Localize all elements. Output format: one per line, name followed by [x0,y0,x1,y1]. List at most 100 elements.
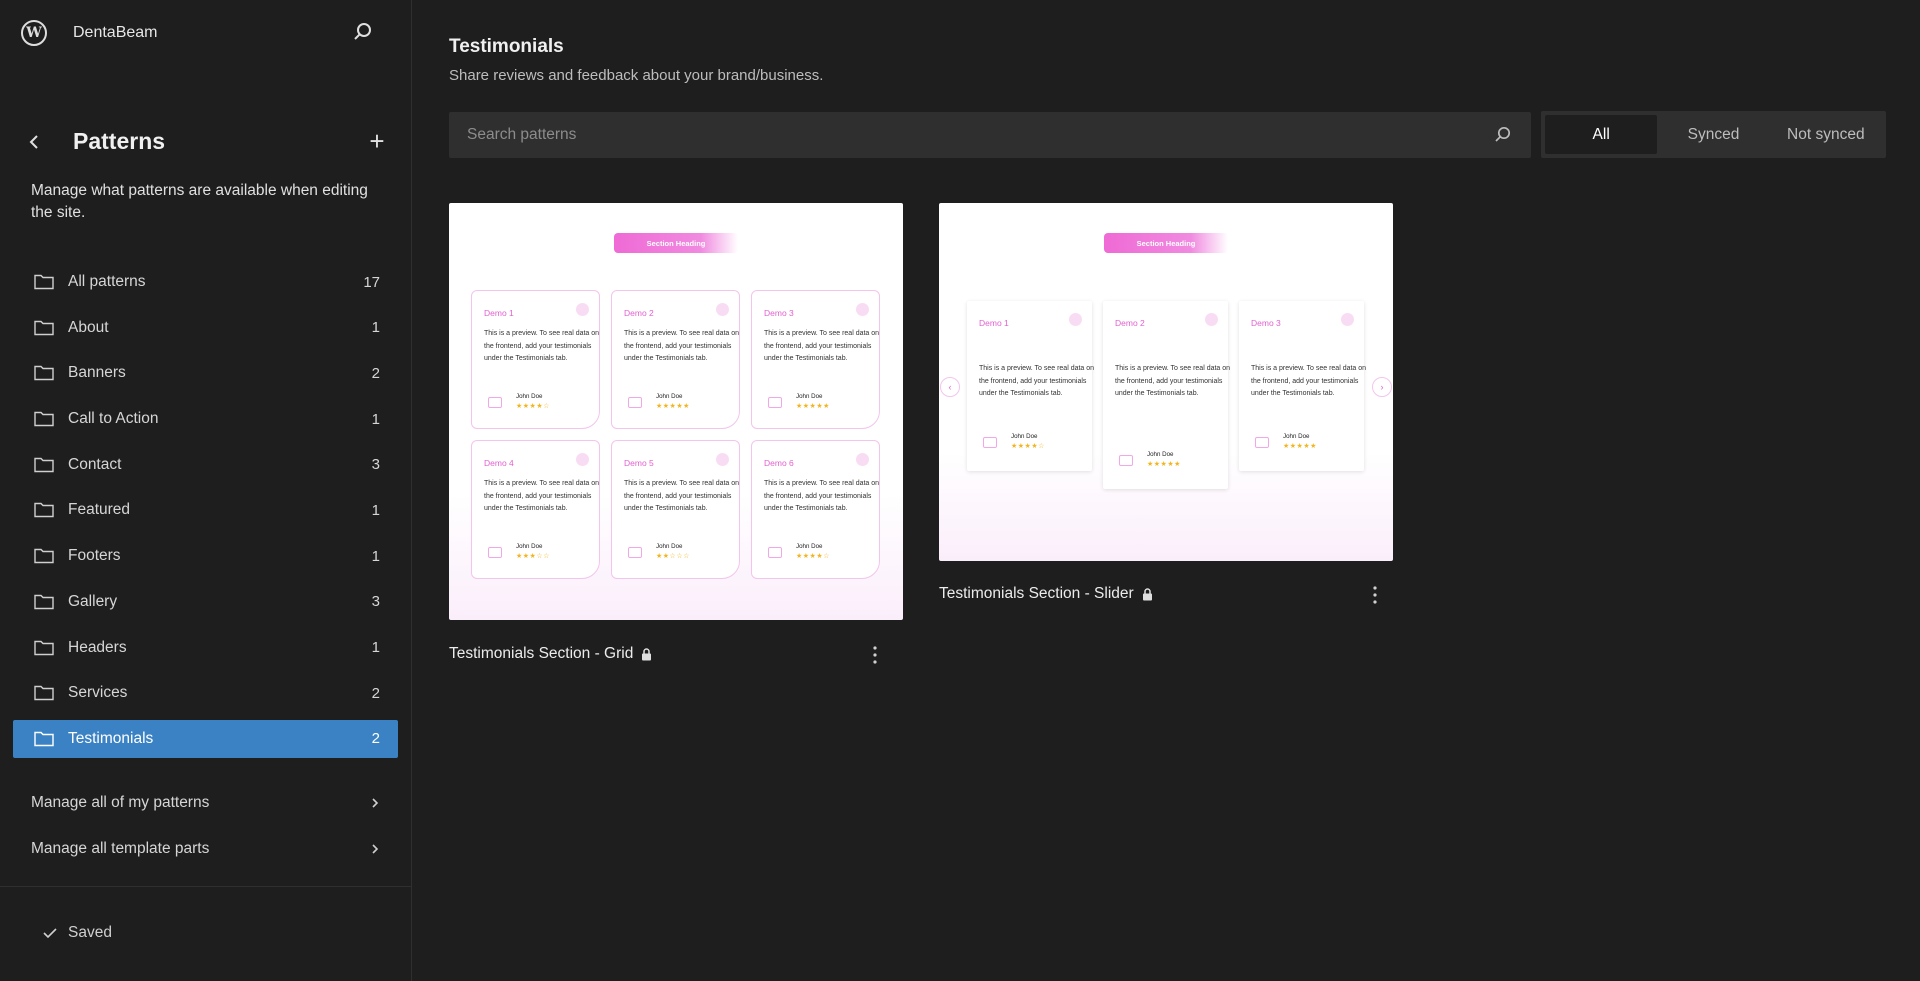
sidebar-item-label: All patterns [68,273,146,290]
save-status: Saved [42,924,112,942]
quote-badge-icon [856,303,869,316]
folder-icon [34,594,54,610]
testimonial-author: John Doe [656,543,683,550]
filter-all[interactable]: All [1545,115,1658,154]
slider-prev-arrow: ‹ [940,377,960,397]
check-icon [43,928,57,939]
testimonial-preview-card: Demo 6 This is a preview. To see real dat… [751,440,880,579]
section-heading-pill: Section Heading [1104,233,1228,253]
manage-template-parts-label: Manage all template parts [31,840,210,857]
testimonial-name: Demo 1 [484,308,514,318]
sidebar-item-label: Contact [68,455,122,473]
page-title: Patterns [73,128,166,154]
sidebar-item-all-patterns[interactable]: All patterns 17 [13,263,398,301]
testimonial-name: Demo 2 [624,308,654,318]
filter-synced[interactable]: Synced [1657,115,1769,154]
pattern-preview-slider[interactable]: Section Heading ‹ › Demo 1 This is a prev… [939,203,1393,561]
testimonial-name: Demo 2 [1115,318,1145,328]
sidebar-item-headers[interactable]: Headers 1 [13,629,398,667]
sidebar-item-label: Services [68,684,128,702]
sidebar-item-count: 1 [371,547,380,565]
testimonial-text: This is a preview. To see real data on t… [484,480,600,513]
folder-icon [34,457,54,472]
sidebar-item-count: 1 [371,410,380,428]
testimonial-preview-card: Demo 3 This is a preview. To see real dat… [751,290,880,429]
folder-icon [34,548,54,564]
testimonial-author: John Doe [516,393,543,400]
wordpress-logo-icon[interactable]: W [21,20,47,46]
manage-template-parts-link[interactable]: Manage all template parts [31,834,381,864]
pattern-title: Testimonials Section - Grid [449,645,652,663]
slider-next-arrow: › [1372,377,1392,397]
sidebar-item-gallery[interactable]: Gallery 3 [13,583,398,621]
search-icon[interactable] [1493,125,1513,145]
testimonial-preview-card: Demo 2 This is a preview. To see real dat… [611,290,740,429]
testimonial-text: This is a preview. To see real data on t… [764,480,880,513]
avatar-icon [768,397,782,408]
folder-icon [34,366,54,381]
filter-not-synced[interactable]: Not synced [1770,115,1882,154]
star-rating: ★★★★☆ [516,403,550,410]
sidebar-item-testimonials[interactable]: Testimonials 2 [13,719,398,758]
folder-icon [34,274,54,290]
category-list: All patterns 17 About 1 Banners 2 Call to Acti… [13,263,398,766]
saved-label: Saved [68,924,112,941]
more-options-icon[interactable] [1367,584,1383,606]
testimonial-author: John Doe [516,543,543,550]
lock-icon [642,647,652,660]
folder-icon [34,503,54,518]
sidebar-item-banners[interactable]: Banners 2 [13,354,398,392]
sidebar-item-count: 17 [363,273,380,291]
manage-patterns-link[interactable]: Manage all of my patterns [31,788,381,818]
testimonial-name: Demo 1 [979,318,1009,328]
star-rating: ★★★★☆ [796,553,830,560]
main-content: Testimonials Share reviews and feedback … [413,0,1920,981]
category-description: Share reviews and feedback about your br… [449,67,824,84]
quote-badge-icon [576,303,589,316]
testimonial-text: This is a preview. To see real data on t… [979,365,1095,398]
testimonial-text: This is a preview. To see real data on t… [624,480,740,513]
site-header: W DentaBeam [0,0,412,66]
testimonial-preview-card: Demo 2 This is a preview. To see real dat… [1103,301,1230,489]
divider [0,886,411,887]
sidebar-item-about[interactable]: About 1 [13,309,398,347]
quote-badge-icon [856,453,869,466]
quote-badge-icon [1205,313,1218,326]
testimonial-preview-card: Demo 4 This is a preview. To see real dat… [471,440,600,579]
sidebar-item-label: Featured [68,501,131,519]
testimonial-preview-card: Demo 5 This is a preview. To see real dat… [611,440,740,579]
sidebar-item-count: 2 [371,364,380,382]
sidebar-item-label: Footers [68,547,121,565]
sidebar-item-count: 3 [371,456,380,474]
site-name[interactable]: DentaBeam [73,24,158,42]
sidebar-item-footers[interactable]: Footers 1 [13,537,398,575]
quote-badge-icon [716,303,729,316]
sidebar-item-featured[interactable]: Featured 1 [13,491,398,529]
sidebar-item-call-to-action[interactable]: Call to Action 1 [13,400,398,438]
sidebar-item-count: 1 [371,501,380,519]
pattern-preview-grid[interactable]: Section Heading Demo 1 This is a preview.… [449,203,903,620]
search-icon[interactable] [351,20,375,44]
pattern-title-text: Testimonials Section - Grid [449,645,634,662]
sidebar-item-contact[interactable]: Contact 3 [13,446,398,484]
avatar-icon [768,547,782,558]
back-chevron-icon[interactable] [24,130,44,154]
avatar-icon [488,397,502,408]
pattern-title: Testimonials Section - Slider [939,585,1153,603]
testimonial-name: Demo 4 [484,458,514,468]
testimonial-author: John Doe [1283,433,1310,440]
search-input[interactable] [449,112,1489,158]
sidebar-description: Manage what patterns are available when … [31,182,368,221]
testimonial-author: John Doe [1147,451,1174,458]
sidebar-item-count: 3 [371,593,380,611]
testimonial-text: This is a preview. To see real data on t… [624,330,740,363]
testimonial-text: This is a preview. To see real data on t… [1251,365,1367,398]
folder-icon [34,411,54,427]
add-pattern-button[interactable]: + [366,128,388,154]
star-rating: ★★★★★ [1283,443,1317,450]
sidebar-item-services[interactable]: Services 2 [13,674,398,712]
testimonial-author: John Doe [1011,433,1038,440]
more-options-icon[interactable] [867,644,883,666]
testimonial-name: Demo 5 [624,458,654,468]
testimonial-preview-card: Demo 3 This is a preview. To see real dat… [1239,301,1367,471]
